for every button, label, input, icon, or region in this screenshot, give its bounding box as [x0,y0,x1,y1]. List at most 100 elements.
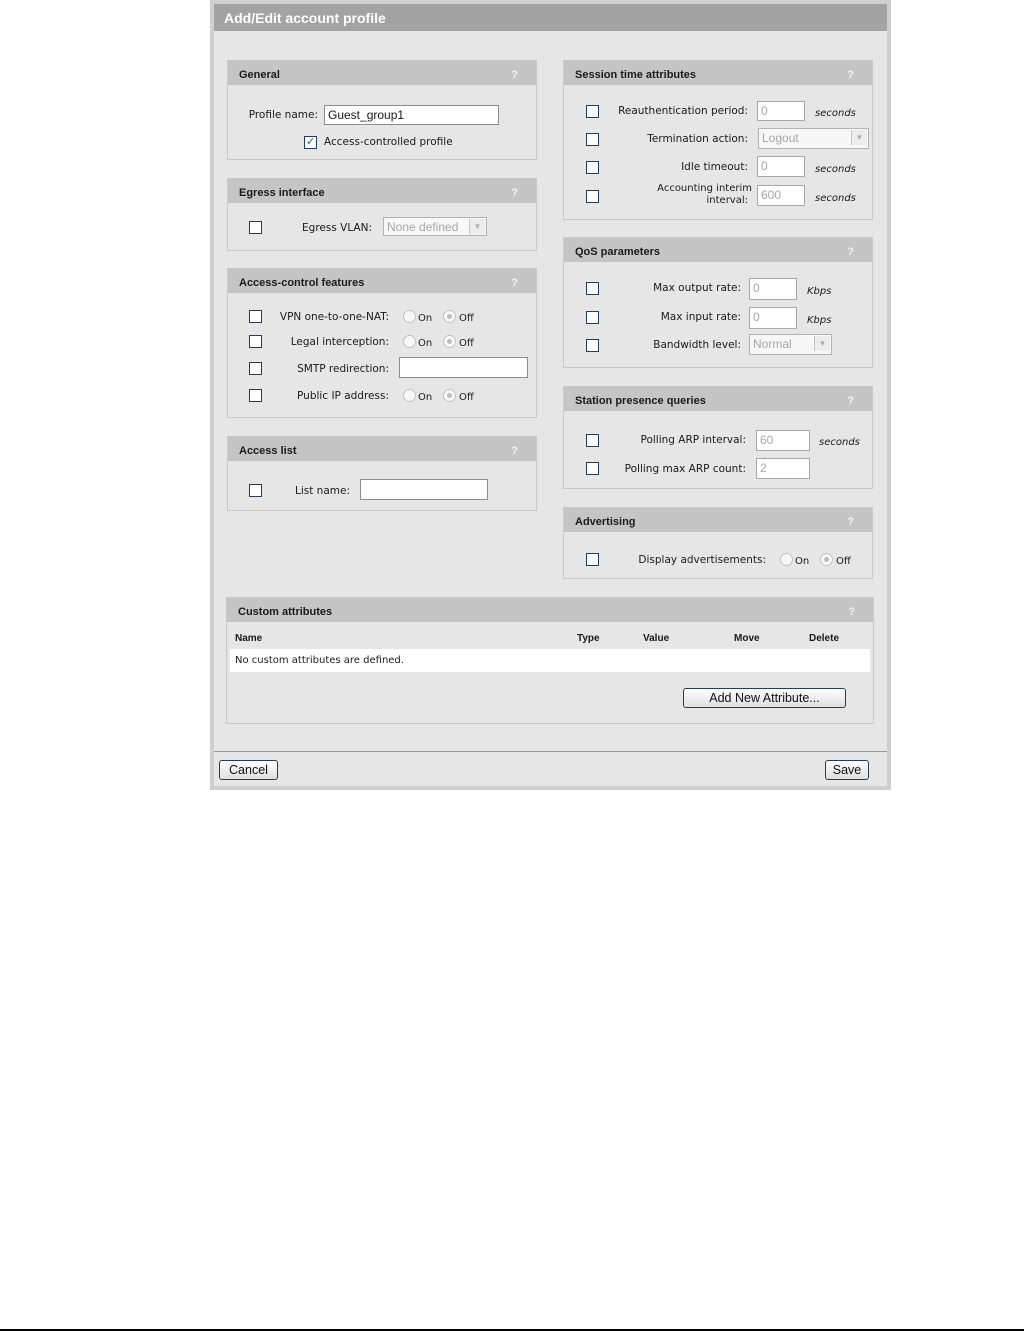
legal-interception-checkbox[interactable] [249,335,262,348]
general-title: General [239,69,280,81]
smtp-redirection-input[interactable] [399,357,528,378]
column-header-name: Name [235,633,263,644]
reauth-input[interactable]: 0 [757,101,805,121]
custom-attributes-header: Custom attributes ? [227,598,873,622]
accounting-interim-input[interactable]: 600 [757,185,805,206]
session-time-header: Session time attributes ? [564,61,872,85]
help-icon[interactable]: ? [511,61,518,89]
display-ads-checkbox[interactable] [586,553,599,566]
advertising-panel: Advertising ? Display advertisements: On… [563,507,873,579]
bandwidth-level-checkbox[interactable] [586,339,599,352]
help-icon[interactable]: ? [847,238,854,266]
idle-timeout-checkbox[interactable] [586,161,599,174]
account-profile-dialog: Add/Edit account profile General ? Profi… [210,0,891,790]
termination-select[interactable]: Logout ▼ [758,128,869,149]
footer-divider [214,751,887,752]
chevron-down-icon: ▼ [814,336,830,351]
display-ads-on-label: On [795,556,810,567]
station-presence-header: Station presence queries ? [564,387,872,411]
help-icon[interactable]: ? [511,269,518,297]
reauth-unit: seconds [815,108,856,119]
vpn-nat-on-radio[interactable] [403,310,416,323]
access-list-checkbox[interactable] [249,484,262,497]
chevron-down-icon: ▼ [851,130,867,145]
egress-vlan-value: None defined [387,220,459,234]
idle-timeout-unit: seconds [815,164,856,175]
display-ads-off-label: Off [836,556,851,567]
idle-timeout-label: Idle timeout: [681,161,748,173]
max-input-label: Max input rate: [660,311,741,323]
reauth-checkbox[interactable] [586,105,599,118]
arp-count-input[interactable]: 2 [756,458,810,479]
public-ip-on-radio[interactable] [403,389,416,402]
vpn-nat-off-radio[interactable] [443,310,456,323]
access-control-panel: Access-control features ? VPN one-to-one… [227,268,537,418]
idle-timeout-input[interactable]: 0 [757,156,805,177]
access-control-title: Access-control features [239,277,365,289]
arp-count-checkbox[interactable] [586,462,599,475]
access-list-title: Access list [239,445,297,457]
vpn-nat-on-label: On [418,313,433,324]
egress-header: Egress interface ? [228,179,536,203]
help-icon[interactable]: ? [848,598,855,626]
max-output-input[interactable]: 0 [749,278,797,300]
public-ip-checkbox[interactable] [249,389,262,402]
general-header: General ? [228,61,536,85]
accounting-interim-checkbox[interactable] [586,190,599,203]
access-control-header: Access-control features ? [228,269,536,293]
station-presence-title: Station presence queries [575,395,706,407]
display-ads-off-radio[interactable] [820,553,833,566]
display-ads-on-radio[interactable] [780,553,793,566]
save-button[interactable]: Save [825,760,869,780]
smtp-redirection-checkbox[interactable] [249,362,262,375]
help-icon[interactable]: ? [847,508,854,536]
qos-header: QoS parameters ? [564,238,872,262]
egress-vlan-checkbox[interactable] [249,221,262,234]
max-input-checkbox[interactable] [586,311,599,324]
public-ip-label: Public IP address: [297,390,389,402]
access-controlled-checkbox[interactable] [304,135,317,149]
list-name-label: List name: [294,485,350,497]
session-time-title: Session time attributes [575,69,697,81]
qos-title: QoS parameters [575,246,660,258]
custom-attributes-panel: Custom attributes ? Name Type Value Move… [226,597,874,724]
custom-attributes-title: Custom attributes [238,606,333,618]
arp-interval-label: Polling ARP interval: [640,434,746,446]
profile-name-label: Profile name: [248,109,318,121]
legal-on-radio[interactable] [403,335,416,348]
arp-interval-checkbox[interactable] [586,434,599,447]
legal-off-label: Off [459,338,474,349]
profile-name-input[interactable]: Guest_group1 [324,105,499,125]
reauth-label: Reauthentication period: [618,105,748,117]
bandwidth-level-label: Bandwidth level: [653,339,741,351]
termination-value: Logout [762,131,799,145]
column-header-value: Value [643,633,670,644]
max-input-input[interactable]: 0 [749,307,797,329]
add-attribute-button[interactable]: Add New Attribute... [683,688,846,708]
list-name-input[interactable] [360,479,488,500]
help-icon[interactable]: ? [847,61,854,89]
cancel-button[interactable]: Cancel [219,760,278,780]
egress-panel: Egress interface ? Egress VLAN: None def… [227,178,537,251]
help-icon[interactable]: ? [511,437,518,465]
advertising-title: Advertising [575,516,636,528]
accounting-interim-unit: seconds [815,193,856,204]
bandwidth-level-select[interactable]: Normal ▼ [749,334,832,355]
empty-message: No custom attributes are defined. [235,655,404,666]
empty-row: No custom attributes are defined. [230,649,870,672]
termination-checkbox[interactable] [586,133,599,146]
vpn-nat-checkbox[interactable] [249,310,262,323]
help-icon[interactable]: ? [847,387,854,415]
accounting-interim-label-1: Accounting interim [657,183,752,194]
max-output-checkbox[interactable] [586,282,599,295]
public-ip-off-radio[interactable] [443,389,456,402]
help-icon[interactable]: ? [511,179,518,207]
legal-off-radio[interactable] [443,335,456,348]
egress-vlan-label: Egress VLAN: [302,222,372,234]
egress-vlan-select[interactable]: None defined ▼ [383,217,487,236]
max-output-label: Max output rate: [653,282,741,294]
smtp-redirection-label: SMTP redirection: [297,363,389,375]
max-input-unit: Kbps [807,315,832,326]
arp-interval-input[interactable]: 60 [756,430,810,451]
public-ip-on-label: On [418,392,433,403]
